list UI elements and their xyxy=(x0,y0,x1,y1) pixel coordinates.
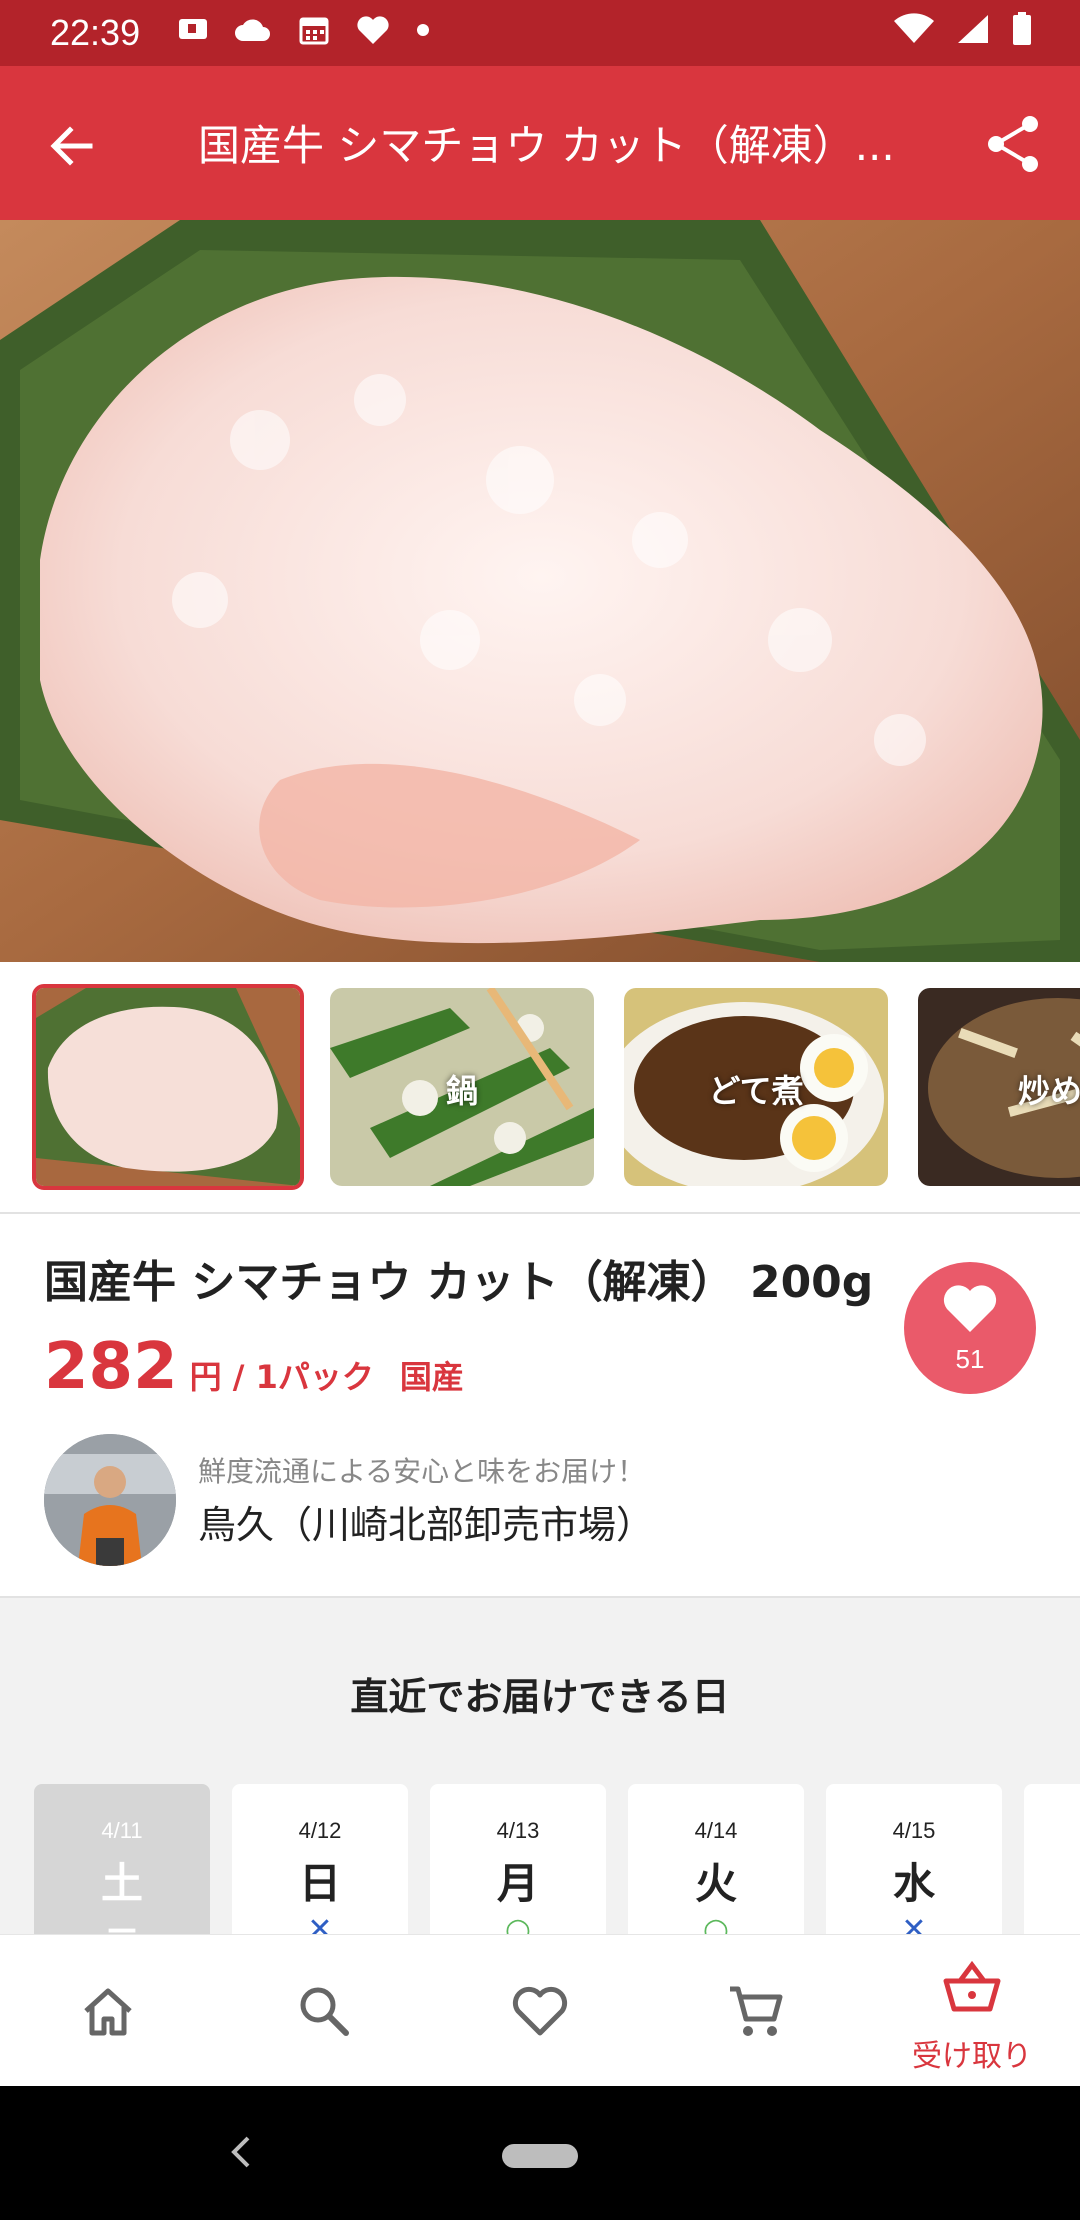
seller-name[interactable]: 鳥久（川崎北部卸売市場） xyxy=(198,1494,654,1549)
basket-icon xyxy=(943,1960,1001,2012)
nav-cart[interactable] xyxy=(648,1935,864,2087)
day-weekday: 水 xyxy=(892,1859,935,1908)
status-bar: 22:39 xyxy=(0,0,1080,66)
origin-label: 国産 xyxy=(399,1358,464,1396)
heart-icon xyxy=(512,1986,568,2036)
bottom-navigation: 受け取り xyxy=(0,1934,1080,2087)
thumbnail-label: 炒め xyxy=(1017,1072,1080,1110)
heart-status-icon xyxy=(357,16,389,44)
price-unit: 円 / 1パック xyxy=(189,1358,374,1396)
price-row: 282 円 / 1パック 国産 xyxy=(44,1330,464,1404)
day-date: 4/11 xyxy=(101,1818,143,1843)
arrow-left-icon xyxy=(50,126,93,166)
seller-tagline: 鮮度流通による安心と味をお届け！ xyxy=(198,1455,646,1488)
wifi-icon xyxy=(894,13,934,43)
delivery-title: 直近でお届けできる日 xyxy=(350,1675,730,1719)
image-thumbnails: 鍋 どて煮 炒め xyxy=(0,962,1080,1212)
day-card[interactable]: 4/14 火 ○ xyxy=(628,1784,804,1934)
share-button[interactable] xyxy=(982,112,1046,176)
day-weekday: 火 xyxy=(694,1859,737,1908)
nav-search[interactable] xyxy=(216,1935,432,2087)
search-icon xyxy=(300,1987,349,2036)
day-date: 4/12 xyxy=(298,1818,342,1843)
day-date: 4/14 xyxy=(694,1818,738,1843)
cart-icon xyxy=(730,1986,783,2036)
day-card[interactable]: 4/15 水 ✕ xyxy=(826,1784,1002,1934)
nav-favorites[interactable] xyxy=(432,1935,648,2087)
cloud-icon xyxy=(235,19,270,41)
day-weekday: 日 xyxy=(298,1859,341,1908)
system-status-icons xyxy=(894,12,1032,46)
thumbnail-photo xyxy=(36,988,300,1186)
day-date: 4/13 xyxy=(496,1818,540,1843)
thumbnail-1[interactable] xyxy=(32,984,304,1190)
seller-photo xyxy=(44,1434,176,1566)
day-card: 4/11 土 — xyxy=(34,1784,210,1934)
like-count: 51 xyxy=(955,1344,985,1374)
day-date: 4/15 xyxy=(892,1818,936,1843)
share-icon xyxy=(988,116,1038,172)
system-navigation-bar xyxy=(0,2086,1080,2220)
day-card[interactable]: 4/12 日 ✕ xyxy=(232,1784,408,1934)
back-button[interactable] xyxy=(40,114,104,178)
system-home-pill[interactable] xyxy=(502,2144,578,2168)
app-bar: 国産牛 シマチョウ カット（解凍）... xyxy=(0,66,1080,220)
day-weekday: 月 xyxy=(496,1859,539,1908)
day-card-partial[interactable] xyxy=(1024,1784,1080,1934)
thumbnail-label: どて煮 xyxy=(708,1072,804,1110)
product-name: 国産牛 シマチョウ カット（解凍） 200g xyxy=(44,1257,874,1308)
system-back-icon[interactable] xyxy=(226,2132,256,2172)
calendar-icon xyxy=(299,17,329,45)
thumbnail-label: 鍋 xyxy=(445,1072,478,1110)
day-weekday: 土 xyxy=(100,1859,143,1908)
product-main-image[interactable] xyxy=(0,220,1080,962)
product-photo xyxy=(0,220,1080,962)
signal-icon xyxy=(958,15,988,43)
dot-icon xyxy=(417,24,429,36)
available-icon: ○ xyxy=(504,1912,532,1934)
seller-avatar[interactable] xyxy=(44,1434,176,1566)
day-card[interactable]: 4/13 月 ○ xyxy=(430,1784,606,1934)
unavailable-icon: ✕ xyxy=(307,1912,333,1934)
notification-icons xyxy=(178,14,430,46)
thumbnail-2[interactable]: 鍋 xyxy=(330,988,594,1186)
divider xyxy=(0,1212,1080,1214)
thumbnail-3[interactable]: どて煮 xyxy=(624,988,888,1186)
unavailable-icon: ✕ xyxy=(901,1912,927,1934)
price-value: 282 xyxy=(44,1330,178,1404)
message-icon xyxy=(179,19,207,39)
page-title: 国産牛 シマチョウ カット（解凍）... xyxy=(198,121,895,170)
day-mark: — xyxy=(107,1912,137,1934)
battery-icon xyxy=(1013,12,1031,45)
nav-home[interactable] xyxy=(0,1935,216,2087)
heart-icon xyxy=(943,1285,997,1332)
home-icon xyxy=(84,1988,132,2036)
nav-pickup-label: 受け取り xyxy=(912,2039,1032,2074)
like-button[interactable]: 51 xyxy=(904,1262,1036,1394)
status-time: 22:39 xyxy=(50,12,141,53)
delivery-section: 直近でお届けできる日 4/11 土 — 4/12 日 ✕ 4/13 月 ○ 4/… xyxy=(0,1598,1080,1934)
nav-pickup[interactable]: 受け取り xyxy=(864,1935,1080,2087)
available-icon: ○ xyxy=(702,1912,730,1934)
thumbnail-4[interactable]: 炒め xyxy=(918,988,1080,1186)
